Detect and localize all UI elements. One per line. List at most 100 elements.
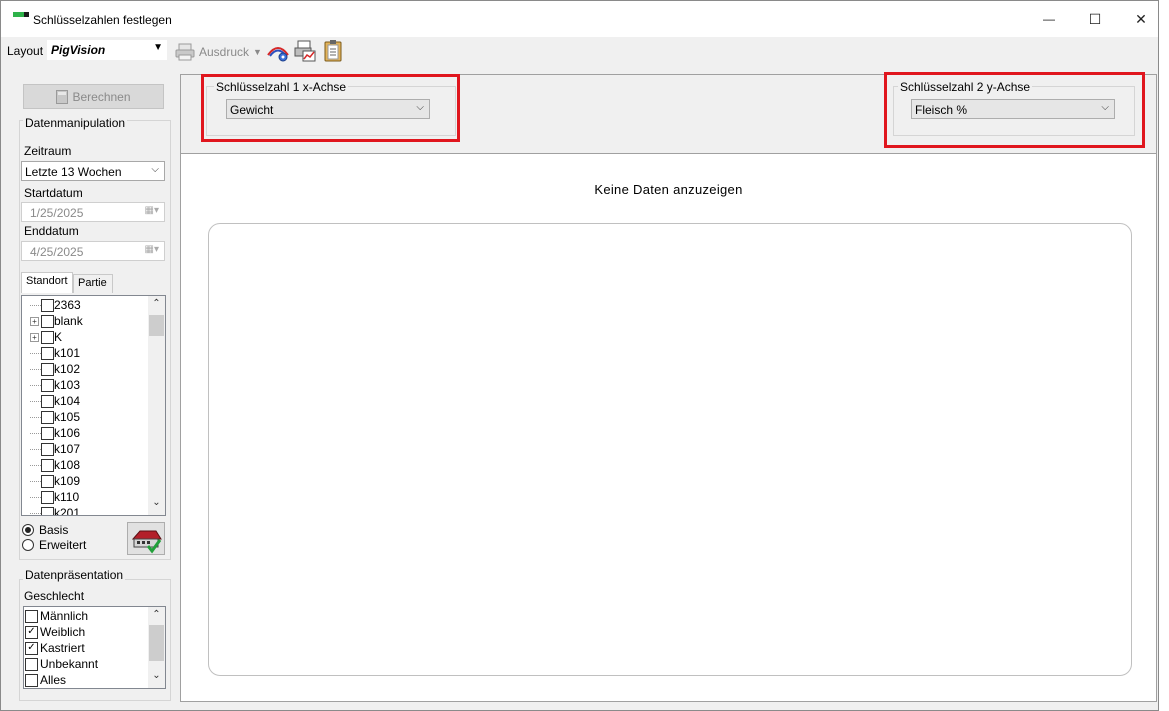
checkbox-icon[interactable] bbox=[41, 346, 54, 360]
geschlecht-scrollbar[interactable]: ⌃ ⌄ bbox=[148, 607, 165, 688]
checkbox-icon[interactable] bbox=[41, 394, 54, 408]
tree-item[interactable]: + blank bbox=[30, 313, 83, 329]
radio-selected-icon bbox=[22, 524, 34, 536]
zeitraum-label: Zeitraum bbox=[24, 144, 72, 158]
expand-icon[interactable]: + bbox=[30, 332, 39, 342]
checkbox-icon[interactable] bbox=[25, 657, 38, 671]
tree-item[interactable]: k105 bbox=[30, 409, 80, 425]
checkbox-icon[interactable] bbox=[41, 378, 54, 392]
tree-item-label: k101 bbox=[54, 346, 81, 360]
tree-item[interactable]: k107 bbox=[30, 441, 80, 457]
tree-item[interactable]: + K bbox=[30, 329, 62, 345]
calendar-icon: ▦▾ bbox=[144, 205, 159, 216]
tree-item[interactable]: k101 bbox=[30, 345, 80, 361]
tree-line bbox=[30, 432, 41, 434]
tree-item-label: k102 bbox=[54, 362, 81, 376]
tab-standort[interactable]: Standort bbox=[21, 272, 73, 293]
close-button[interactable]: ✕ bbox=[1118, 1, 1164, 37]
location-tree[interactable]: 2363 + blank + Kk101 k102 k103 k104 k105 k106 k107… bbox=[21, 295, 166, 516]
layout-dropdown[interactable]: PigVision ▼ bbox=[47, 40, 167, 60]
checkbox-icon[interactable] bbox=[25, 673, 38, 687]
minimize-button[interactable]: — bbox=[1026, 1, 1072, 37]
tree-item[interactable]: k104 bbox=[30, 393, 80, 409]
checkbox-icon[interactable] bbox=[41, 410, 54, 424]
geschlecht-item[interactable]: Unbekannt bbox=[25, 656, 98, 672]
tree-item[interactable]: k102 bbox=[30, 361, 80, 377]
checkbox-checked-icon[interactable]: ✓ bbox=[25, 641, 38, 655]
tree-item-label: k110 bbox=[54, 490, 80, 504]
tree-item-label: k105 bbox=[54, 410, 81, 424]
checkbox-icon[interactable] bbox=[25, 609, 38, 623]
calculator-icon bbox=[56, 89, 69, 104]
checkbox-icon[interactable] bbox=[41, 490, 54, 504]
chart-area: Keine Daten anzuzeigen bbox=[181, 153, 1156, 701]
app-icon bbox=[13, 12, 29, 18]
scroll-up-icon[interactable]: ⌃ bbox=[148, 609, 165, 625]
checkbox-icon[interactable] bbox=[41, 314, 54, 328]
tree-item[interactable]: k108 bbox=[30, 457, 80, 473]
geschlecht-list[interactable]: Männlich ✓ Weiblich ✓ Kastriert Unbekannt Alle… bbox=[23, 606, 166, 689]
checkbox-icon[interactable] bbox=[41, 442, 54, 456]
tree-item-label: k109 bbox=[54, 474, 81, 488]
geschlecht-item-label: Weiblich bbox=[40, 625, 86, 639]
checkbox-icon[interactable] bbox=[41, 330, 54, 344]
checkbox-checked-icon[interactable]: ✓ bbox=[25, 625, 38, 639]
print-button[interactable]: Ausdruck ▼ bbox=[175, 43, 262, 61]
scroll-down-icon[interactable]: ⌄ bbox=[148, 670, 165, 686]
expand-icon[interactable]: + bbox=[30, 316, 39, 326]
calculate-button[interactable]: Berechnen bbox=[23, 84, 164, 109]
enddatum-label: Enddatum bbox=[24, 224, 79, 238]
datenpraesentation-title: Datenpräsentation bbox=[23, 568, 126, 582]
scroll-up-icon[interactable]: ⌃ bbox=[148, 298, 165, 314]
enddatum-value: 4/25/2025 bbox=[30, 245, 84, 259]
maximize-button[interactable]: ☐ bbox=[1072, 1, 1118, 37]
tree-line bbox=[30, 384, 41, 386]
tree-item[interactable]: k103 bbox=[30, 377, 80, 393]
tree-item-label: k107 bbox=[54, 442, 81, 456]
mode-basis-radio[interactable]: Basis bbox=[22, 523, 68, 537]
scroll-thumb[interactable] bbox=[149, 625, 164, 661]
datenmanipulation-title: Datenmanipulation bbox=[23, 116, 128, 130]
tree-item[interactable]: k110 bbox=[30, 489, 79, 505]
geschlecht-item[interactable]: ✓ Weiblich bbox=[25, 624, 85, 640]
geschlecht-item[interactable]: Alles bbox=[25, 672, 66, 688]
checkbox-icon[interactable] bbox=[41, 474, 54, 488]
startdatum-label: Startdatum bbox=[24, 186, 83, 200]
apply-filter-button[interactable] bbox=[127, 522, 165, 555]
tree-item[interactable]: k106 bbox=[30, 425, 80, 441]
settings-chart-icon[interactable] bbox=[266, 39, 290, 63]
zeitraum-dropdown[interactable]: Letzte 13 Wochen ⌵ bbox=[21, 161, 165, 181]
geschlecht-item[interactable]: Männlich bbox=[25, 608, 88, 624]
title-bar[interactable]: Schlüsselzahlen festlegen — ☐ ✕ bbox=[1, 1, 1158, 37]
tab-partie[interactable]: Partie bbox=[73, 274, 113, 293]
left-panel: Berechnen Datenmanipulation Zeitraum Let… bbox=[19, 76, 171, 704]
tree-line bbox=[30, 400, 41, 402]
clipboard-icon[interactable] bbox=[321, 39, 345, 63]
layout-label: Layout bbox=[7, 44, 44, 58]
checkbox-icon[interactable] bbox=[41, 362, 54, 376]
main-panel: Schlüsselzahl 1 x-Achse Gewicht ⌵ Schlüs… bbox=[180, 74, 1157, 702]
tree-item[interactable]: k201 bbox=[30, 505, 80, 515]
geschlecht-label: Geschlecht bbox=[24, 589, 85, 603]
geschlecht-item[interactable]: ✓ Kastriert bbox=[25, 640, 85, 656]
tree-item-label: 2363 bbox=[54, 298, 81, 312]
print-chart-icon[interactable] bbox=[293, 39, 317, 63]
startdatum-picker[interactable]: 1/25/2025 ▦▾ bbox=[21, 202, 165, 222]
tree-item[interactable]: k109 bbox=[30, 473, 80, 489]
scroll-down-icon[interactable]: ⌄ bbox=[148, 497, 165, 513]
geschlecht-item-label: Kastriert bbox=[40, 641, 85, 655]
checkbox-icon[interactable] bbox=[41, 458, 54, 472]
no-data-message: Keine Daten anzuzeigen bbox=[594, 182, 743, 197]
tree-line bbox=[30, 352, 41, 354]
scroll-thumb[interactable] bbox=[149, 315, 164, 336]
checkbox-icon[interactable] bbox=[41, 298, 54, 312]
tree-scrollbar[interactable]: ⌃ ⌄ bbox=[148, 296, 165, 515]
y-axis-highlight bbox=[884, 72, 1145, 148]
mode-erweitert-radio[interactable]: Erweitert bbox=[22, 538, 86, 552]
checkbox-icon[interactable] bbox=[41, 506, 54, 515]
layout-value: PigVision bbox=[51, 43, 106, 57]
enddatum-picker[interactable]: 4/25/2025 ▦▾ bbox=[21, 241, 165, 261]
barn-check-icon bbox=[131, 530, 162, 554]
checkbox-icon[interactable] bbox=[41, 426, 54, 440]
tree-item[interactable]: 2363 bbox=[30, 297, 81, 313]
